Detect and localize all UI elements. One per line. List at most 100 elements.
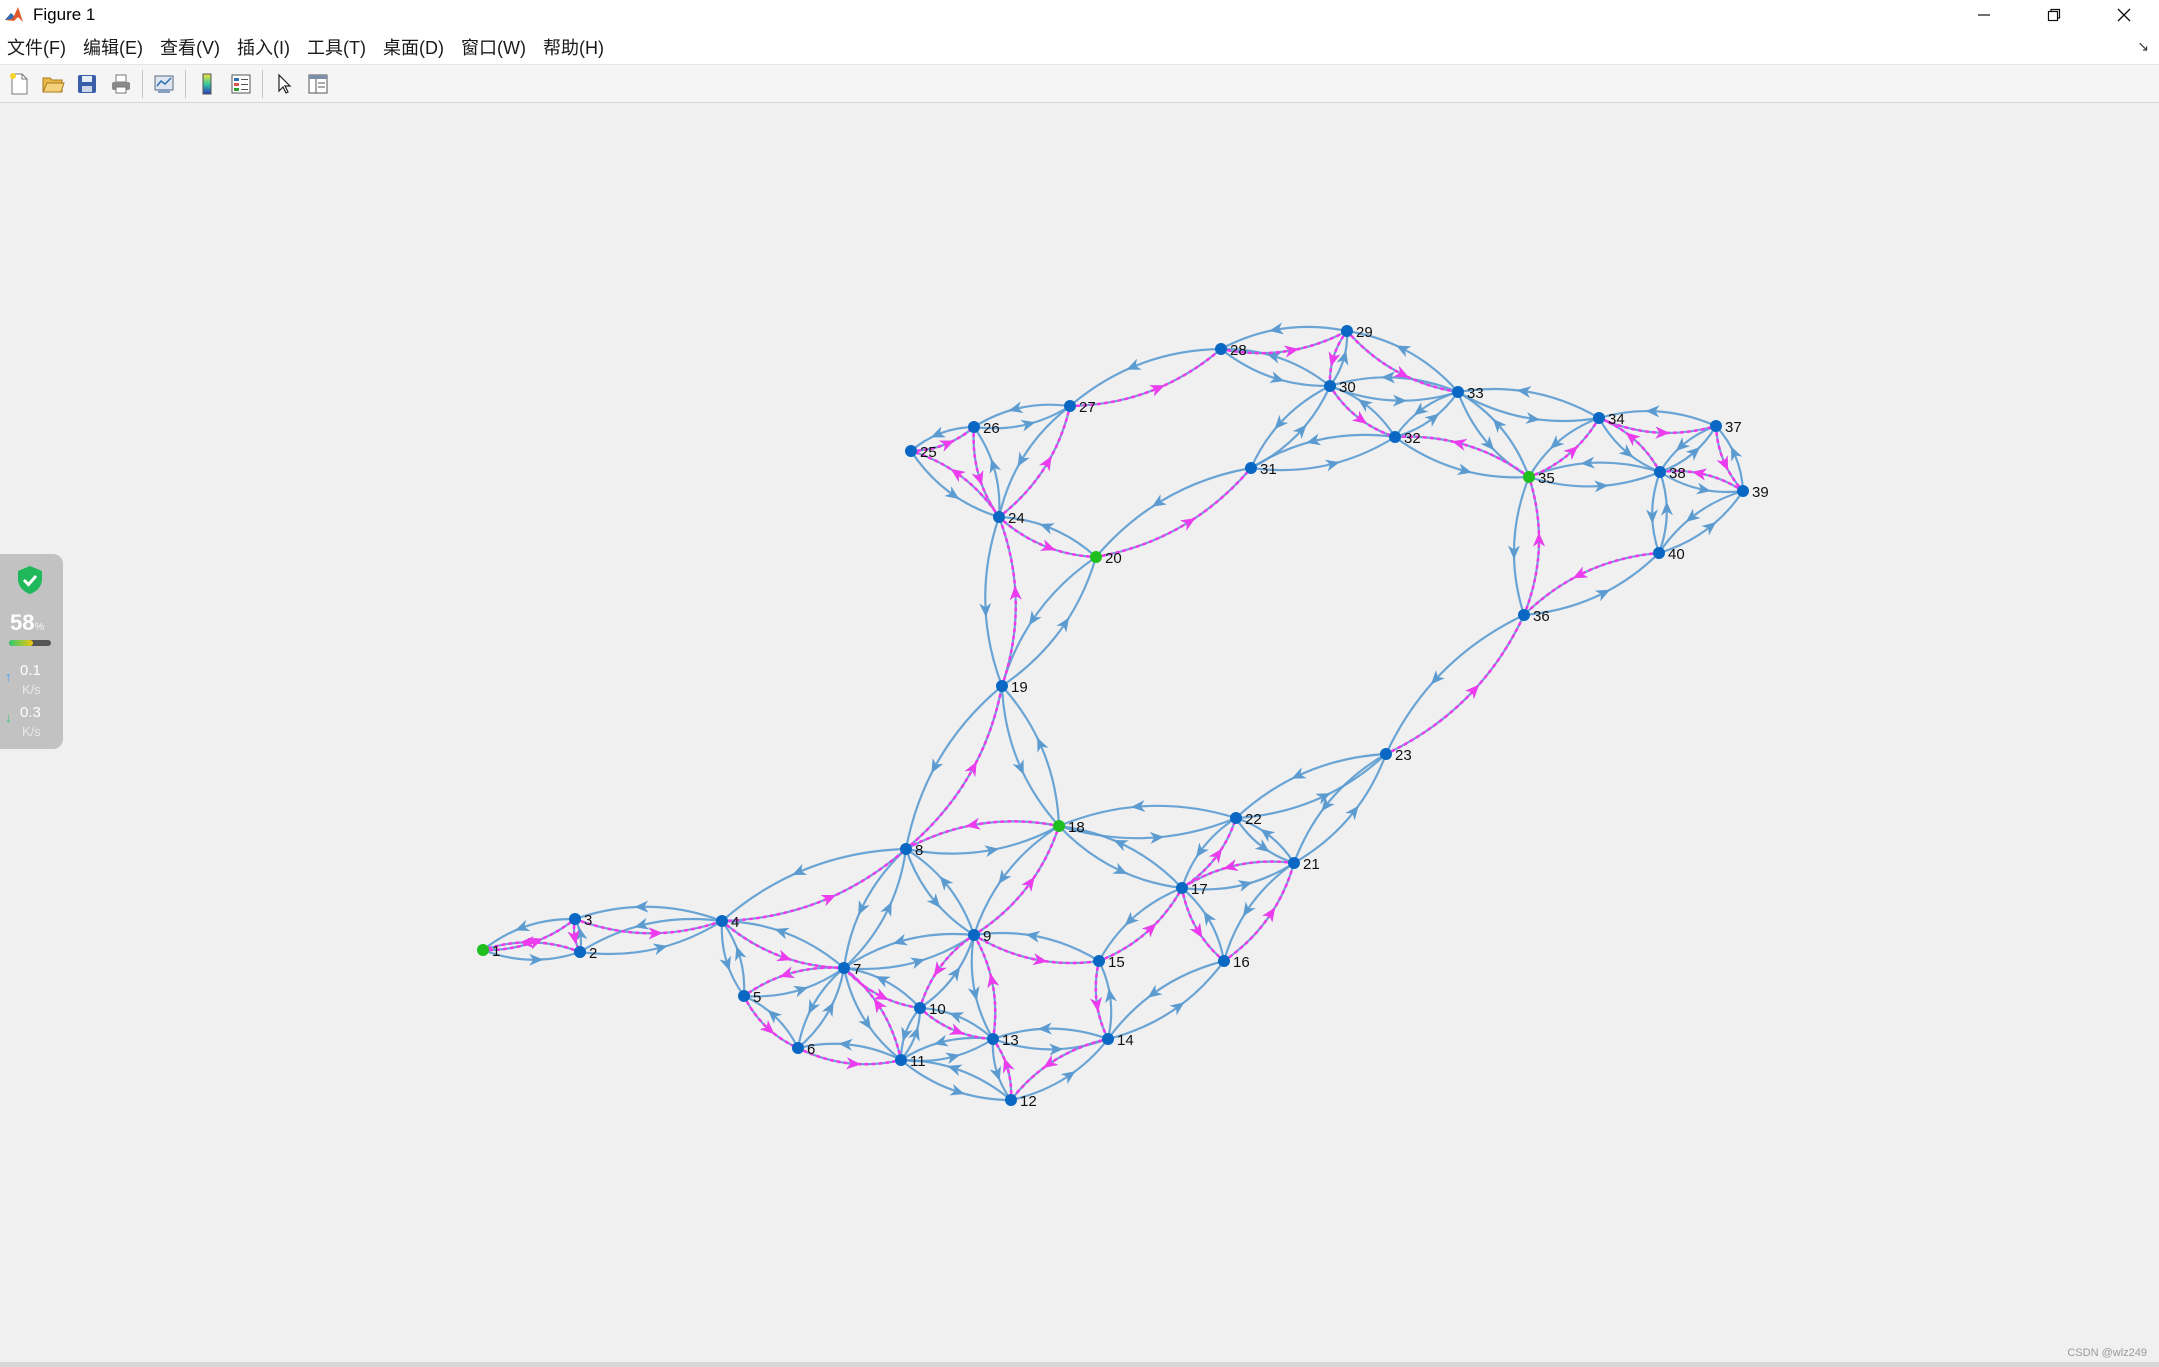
node-11[interactable]: 11 [895,1053,926,1070]
path-arrow-40-36 [1572,566,1589,579]
window-bottom-border [0,1362,2159,1367]
node-33[interactable]: 33 [1452,385,1484,402]
node-label-32: 32 [1404,430,1421,447]
open-file-button[interactable] [38,69,68,99]
edge-21-16 [1222,862,1295,962]
path-edge-17-16 [1180,886,1226,963]
node-22[interactable]: 22 [1230,811,1262,828]
node-label-29: 29 [1356,324,1373,341]
node-25[interactable]: 25 [905,444,937,461]
security-shield-icon [18,566,42,594]
menu-desktop[interactable]: 桌面(D) [376,34,454,60]
node-label-19: 19 [1011,679,1028,696]
node-label-6: 6 [807,1041,815,1058]
save-button[interactable] [72,69,102,99]
close-button[interactable] [2089,0,2159,30]
node-label-25: 25 [920,444,937,461]
node-38[interactable]: 38 [1654,465,1686,482]
node-label-11: 11 [910,1053,926,1070]
node-37[interactable]: 37 [1710,419,1742,436]
legend-button[interactable] [226,69,256,99]
menu-file[interactable]: 文件(F) [0,34,76,60]
node-marker-7 [838,962,850,974]
node-32[interactable]: 32 [1389,430,1421,447]
edge-arrow-13-11 [933,1034,949,1047]
edge-33-35 [1456,391,1530,478]
link-plot-button[interactable] [149,69,179,99]
edge-arrow-3-1 [515,919,531,932]
menu-edit[interactable]: 编辑(E) [76,34,153,60]
property-inspector-button[interactable] [303,69,333,99]
menu-help[interactable]: 帮助(H) [536,34,614,60]
menu-insert[interactable]: 插入(I) [230,34,300,60]
node-marker-36 [1518,609,1530,621]
colorbar-button[interactable] [192,69,222,99]
directed-graph-plot[interactable]: 1 23 45678910111213 1415 1617181920212223242… [0,104,2159,1362]
path-edge-16-21 [1222,861,1296,963]
edge-arrow-4-2 [634,917,650,930]
edge-arrow-4-5 [719,955,731,971]
node-marker-37 [1710,420,1722,432]
node-34[interactable]: 34 [1593,411,1625,428]
dock-figure-icon[interactable]: ↘ [2137,38,2149,55]
edge-20-31 [1095,467,1252,559]
menu-window[interactable]: 窗口(W) [454,34,536,60]
edge-arrow-10-9 [947,966,961,982]
menu-tools[interactable]: 工具(T) [300,34,376,60]
node-40[interactable]: 40 [1653,546,1685,563]
edge-arrow-17-21 [1237,880,1253,892]
node-3[interactable]: 3 [569,912,592,929]
node-marker-25 [905,445,917,457]
node-12[interactable]: 12 [1005,1093,1037,1110]
path-edge-4-8 [720,847,908,923]
edge-9-18 [973,825,1061,936]
edge-24-19 [984,516,1004,687]
edge-8-19 [905,685,1004,850]
edit-plot-button[interactable] [269,69,299,99]
node-24[interactable]: 24 [993,510,1025,527]
node-marker-9 [968,929,980,941]
node-label-23: 23 [1395,747,1412,764]
node-30[interactable]: 30 [1324,379,1356,396]
print-button[interactable] [106,69,136,99]
path-edge-9-10 [918,933,976,1010]
node-14[interactable]: 14 [1102,1032,1134,1049]
node-label-20: 20 [1105,550,1122,567]
path-arrow-37-39 [1716,455,1729,471]
edge-arrow-31-20 [1151,494,1167,507]
restore-button[interactable] [2019,0,2089,30]
new-figure-button[interactable] [4,69,34,99]
network-speed-widget[interactable]: 58% ↑ 0.1 K/s ↓ 0.3 K/s [0,554,63,749]
node-label-10: 10 [929,1001,946,1018]
edge-22-23 [1235,753,1387,820]
path-edge-3-4 [573,917,724,935]
menu-view[interactable]: 查看(V) [153,34,230,60]
edge-arrow-8-7 [858,899,870,916]
node-35[interactable]: 35 [1523,470,1555,487]
node-36[interactable]: 36 [1518,608,1550,625]
node-39[interactable]: 39 [1737,484,1769,501]
node-28[interactable]: 28 [1215,342,1247,359]
minimize-button[interactable] [1949,0,2019,30]
edge-18-22 [1058,816,1237,840]
node-marker-11 [895,1054,907,1066]
node-31[interactable]: 31 [1245,461,1277,478]
edge-16-14 [1107,959,1225,1040]
node-23[interactable]: 23 [1380,747,1412,764]
edge-39-40 [1658,489,1744,554]
node-marker-38 [1654,466,1666,478]
node-label-27: 27 [1079,399,1096,416]
edge-arrow-26-25 [930,426,946,438]
edge-arrow-19-8 [931,758,944,774]
watermark: CSDN @wlz249 [2067,1347,2147,1359]
node-label-17: 17 [1191,881,1208,898]
node-29[interactable]: 29 [1341,324,1373,341]
node-label-21: 21 [1303,856,1320,873]
node-17[interactable]: 17 [1176,881,1208,898]
node-label-4: 4 [731,914,739,931]
path-edge-36-35 [1522,475,1541,617]
figure-canvas[interactable]: 1 2 3 4 5 6 7 8 9 10 11 12 13 14 15 16 17 18 19 20 21 22 23 24 2… [0,104,2159,1366]
path-arrow-35-32 [1452,439,1468,451]
open-file-icon [42,77,65,92]
node-16[interactable]: 16 [1218,954,1250,971]
